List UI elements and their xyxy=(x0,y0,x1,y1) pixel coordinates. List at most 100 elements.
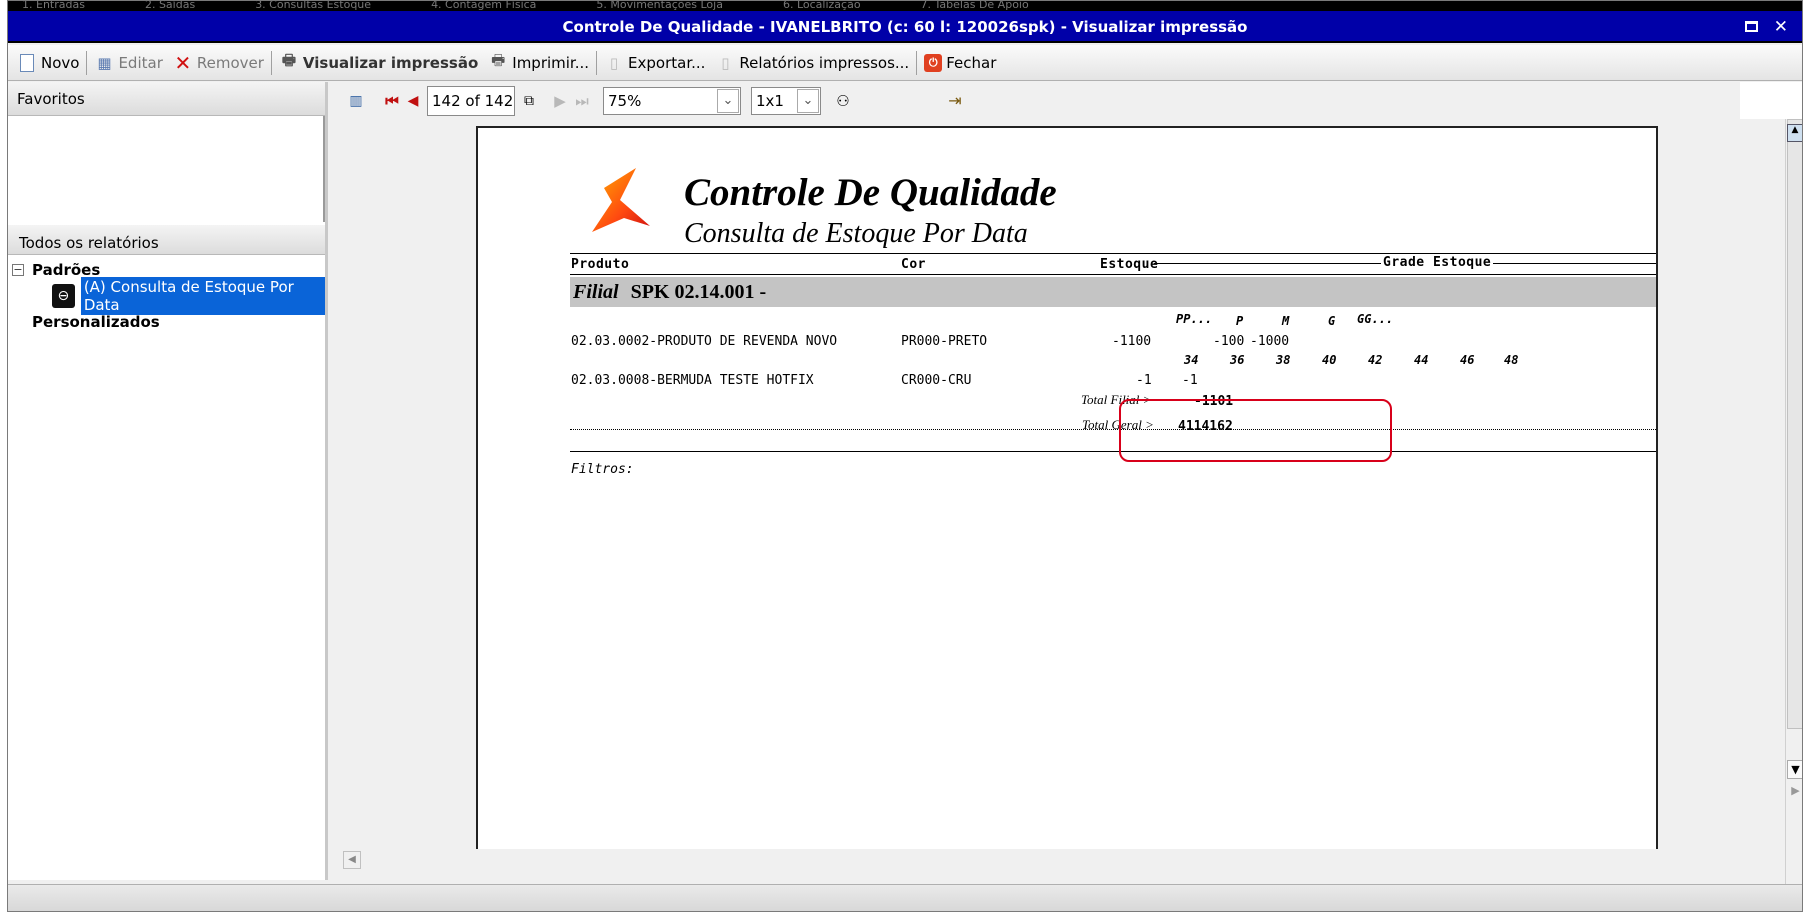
row-cor: PR000-PRETO xyxy=(901,334,988,349)
toolbar-separator xyxy=(596,50,598,75)
imprimir-button[interactable]: 🖶 Imprimir... xyxy=(483,49,594,77)
last-page-button[interactable]: ⏭ xyxy=(573,88,591,114)
favoritos-header: Favoritos xyxy=(8,82,325,116)
thumbnails-icon: ▥ xyxy=(349,92,363,109)
chevron-down-icon: ⌄ xyxy=(717,88,739,113)
row-produto: 02.03.0008-BERMUDA TESTE HOTFIX xyxy=(571,373,814,388)
row-cor: CR000-CRU xyxy=(901,373,972,388)
menu-item-consultas[interactable]: 3. Consultas Estoque xyxy=(255,1,371,10)
size-label: 38 xyxy=(1276,353,1291,367)
binoculars-icon: ⚇ xyxy=(836,91,850,110)
vertical-scrollbar[interactable]: ▲ ▼ ▶ xyxy=(1785,119,1802,884)
tree-item-label: (A) Consulta de Estoque Por Data xyxy=(80,277,325,315)
menu-item-entradas[interactable]: 1. Entradas xyxy=(22,1,85,10)
navigator-spacer xyxy=(1740,82,1802,119)
lock-report-icon: ⊖ xyxy=(52,284,75,308)
novo-label: Novo xyxy=(41,53,80,72)
scroll-thumb[interactable] xyxy=(1787,119,1802,729)
scroll-right-icon[interactable]: ▶ xyxy=(1787,782,1802,801)
collapse-icon[interactable]: − xyxy=(12,264,24,276)
row-estoque: -1 xyxy=(1136,373,1152,388)
fechar-button[interactable]: ⏻ Fechar xyxy=(919,49,1001,77)
scroll-down-icon[interactable]: ▼ xyxy=(1787,760,1802,779)
prev-page-icon: ◀ xyxy=(407,92,419,109)
tree-node-label: Personalizados xyxy=(32,313,160,331)
copy-page-button[interactable]: ⧉ xyxy=(519,88,539,114)
horizontal-scrollbar[interactable]: ◀ xyxy=(331,849,1785,871)
print-preview-icon: 🖶 xyxy=(281,51,296,69)
scroll-left-icon[interactable]: ◀ xyxy=(343,851,361,869)
title-bar: Controle De Qualidade - IVANELBRITO (c: … xyxy=(8,11,1802,43)
novo-button[interactable]: Novo xyxy=(12,49,84,77)
menu-item-contagem[interactable]: 4. Contagem Física xyxy=(431,1,536,10)
page-layout-select[interactable]: 1x1 ⌄ xyxy=(751,86,821,115)
size-label: 48 xyxy=(1504,353,1519,367)
toolbar: Novo ▦ Editar ✕ Remover 🖶 Visualizar imp… xyxy=(8,45,1802,81)
visualizar-label: Visualizar impressão xyxy=(302,53,479,72)
col-header-cor: Cor xyxy=(901,257,926,272)
toolbar-separator xyxy=(86,50,88,75)
preview-navigator: ▥ ⏮ ◀ 142 of 142 ⧉ ▶ ⏭ 75% ⌄ 1x1 ⌄ ⚇ ⇥ xyxy=(331,82,1740,119)
header-rule-bottom xyxy=(570,274,1656,275)
preview-area: ▥ ⏮ ◀ 142 of 142 ⧉ ▶ ⏭ 75% ⌄ 1x1 ⌄ ⚇ ⇥ C… xyxy=(331,82,1802,884)
size-label: 44 xyxy=(1414,353,1429,367)
size-label: PP... xyxy=(1176,312,1213,326)
exportar-button[interactable]: ▯ Exportar... xyxy=(599,49,710,77)
menu-item-tabelas[interactable]: 7. Tabelas De Apoio xyxy=(921,1,1029,10)
zoom-value: 75% xyxy=(608,91,642,110)
edit-icon: ▦ xyxy=(97,53,112,72)
size-label: P xyxy=(1236,314,1244,328)
window-frame: 1. Entradas 2. Saídas 3. Consultas Estoque… xyxy=(7,0,1803,912)
visualizar-impressao-button[interactable]: 🖶 Visualizar impressão xyxy=(274,49,483,77)
size-label: 46 xyxy=(1460,353,1475,367)
app-root: 1. Entradas 2. Saídas 3. Consultas Estoque… xyxy=(0,0,1808,917)
col-header-estoque: Estoque xyxy=(1100,257,1159,272)
layout-value: 1x1 xyxy=(756,91,784,110)
first-page-icon: ⏮ xyxy=(385,91,399,110)
toolbar-separator xyxy=(916,50,918,75)
menu-item-movimentacoes[interactable]: 5. Movimentações Loja xyxy=(596,1,723,10)
new-document-icon xyxy=(17,53,37,73)
favoritos-list xyxy=(8,116,325,222)
first-page-button[interactable]: ⏮ xyxy=(383,88,401,114)
last-page-icon: ⏭ xyxy=(575,91,589,110)
remover-button[interactable]: ✕ Remover xyxy=(168,49,269,77)
group-band-filial: Filial SPK 02.14.001 - xyxy=(570,277,1656,307)
window-title: Controle De Qualidade - IVANELBRITO (c: … xyxy=(562,18,1248,36)
menu-item-saidas[interactable]: 2. Saídas xyxy=(145,1,195,10)
row-produto: 02.03.0002-PRODUTO DE REVENDA NOVO xyxy=(571,334,838,349)
find-button[interactable]: ⚇ xyxy=(831,88,855,114)
next-page-button[interactable]: ▶ xyxy=(551,88,569,114)
thumbnails-button[interactable]: ▥ xyxy=(345,88,367,114)
zoom-select[interactable]: 75% ⌄ xyxy=(603,86,741,115)
relatorios-impressos-button[interactable]: ▯ Relatórios impressos... xyxy=(710,49,914,77)
row-grade-value: -100 xyxy=(1213,334,1245,349)
window-controls: ✕ xyxy=(1744,11,1788,43)
exit-preview-button[interactable]: ⇥ xyxy=(943,88,967,114)
status-bar xyxy=(8,884,1802,911)
scroll-top-icon[interactable]: ▲ xyxy=(1787,124,1802,142)
close-button[interactable]: ✕ xyxy=(1774,11,1788,43)
size-label: 36 xyxy=(1230,353,1245,367)
row-estoque: -1100 xyxy=(1112,334,1152,349)
prev-page-button[interactable]: ◀ xyxy=(405,88,421,114)
editar-button[interactable]: ▦ Editar xyxy=(89,49,167,77)
report-page: Controle De Qualidade Consulta de Estoqu… xyxy=(476,126,1658,849)
page-number-input[interactable]: 142 of 142 xyxy=(427,85,515,116)
maximize-button[interactable] xyxy=(1744,11,1758,43)
export-icon: ▯ xyxy=(609,53,619,72)
size-label: 42 xyxy=(1368,353,1383,367)
menu-item-localizacao[interactable]: 6. Localização xyxy=(783,1,861,10)
remove-icon: ✕ xyxy=(174,50,192,75)
chevron-down-icon: ⌄ xyxy=(797,88,819,113)
report-title: Controle De Qualidade xyxy=(684,171,1057,214)
size-label: M xyxy=(1282,314,1290,328)
printer-icon: 🖶 xyxy=(491,51,506,69)
tree-item-consulta-estoque[interactable]: ⊖ (A) Consulta de Estoque Por Data xyxy=(52,277,325,315)
main-menu: 1. Entradas 2. Saídas 3. Consultas Estoque… xyxy=(8,1,1802,11)
imprimir-label: Imprimir... xyxy=(512,53,590,72)
reports-icon: ▯ xyxy=(721,53,730,72)
remover-label: Remover xyxy=(196,53,264,72)
company-logo xyxy=(592,168,650,232)
col-header-grade-estoque: Grade Estoque xyxy=(1381,255,1494,270)
